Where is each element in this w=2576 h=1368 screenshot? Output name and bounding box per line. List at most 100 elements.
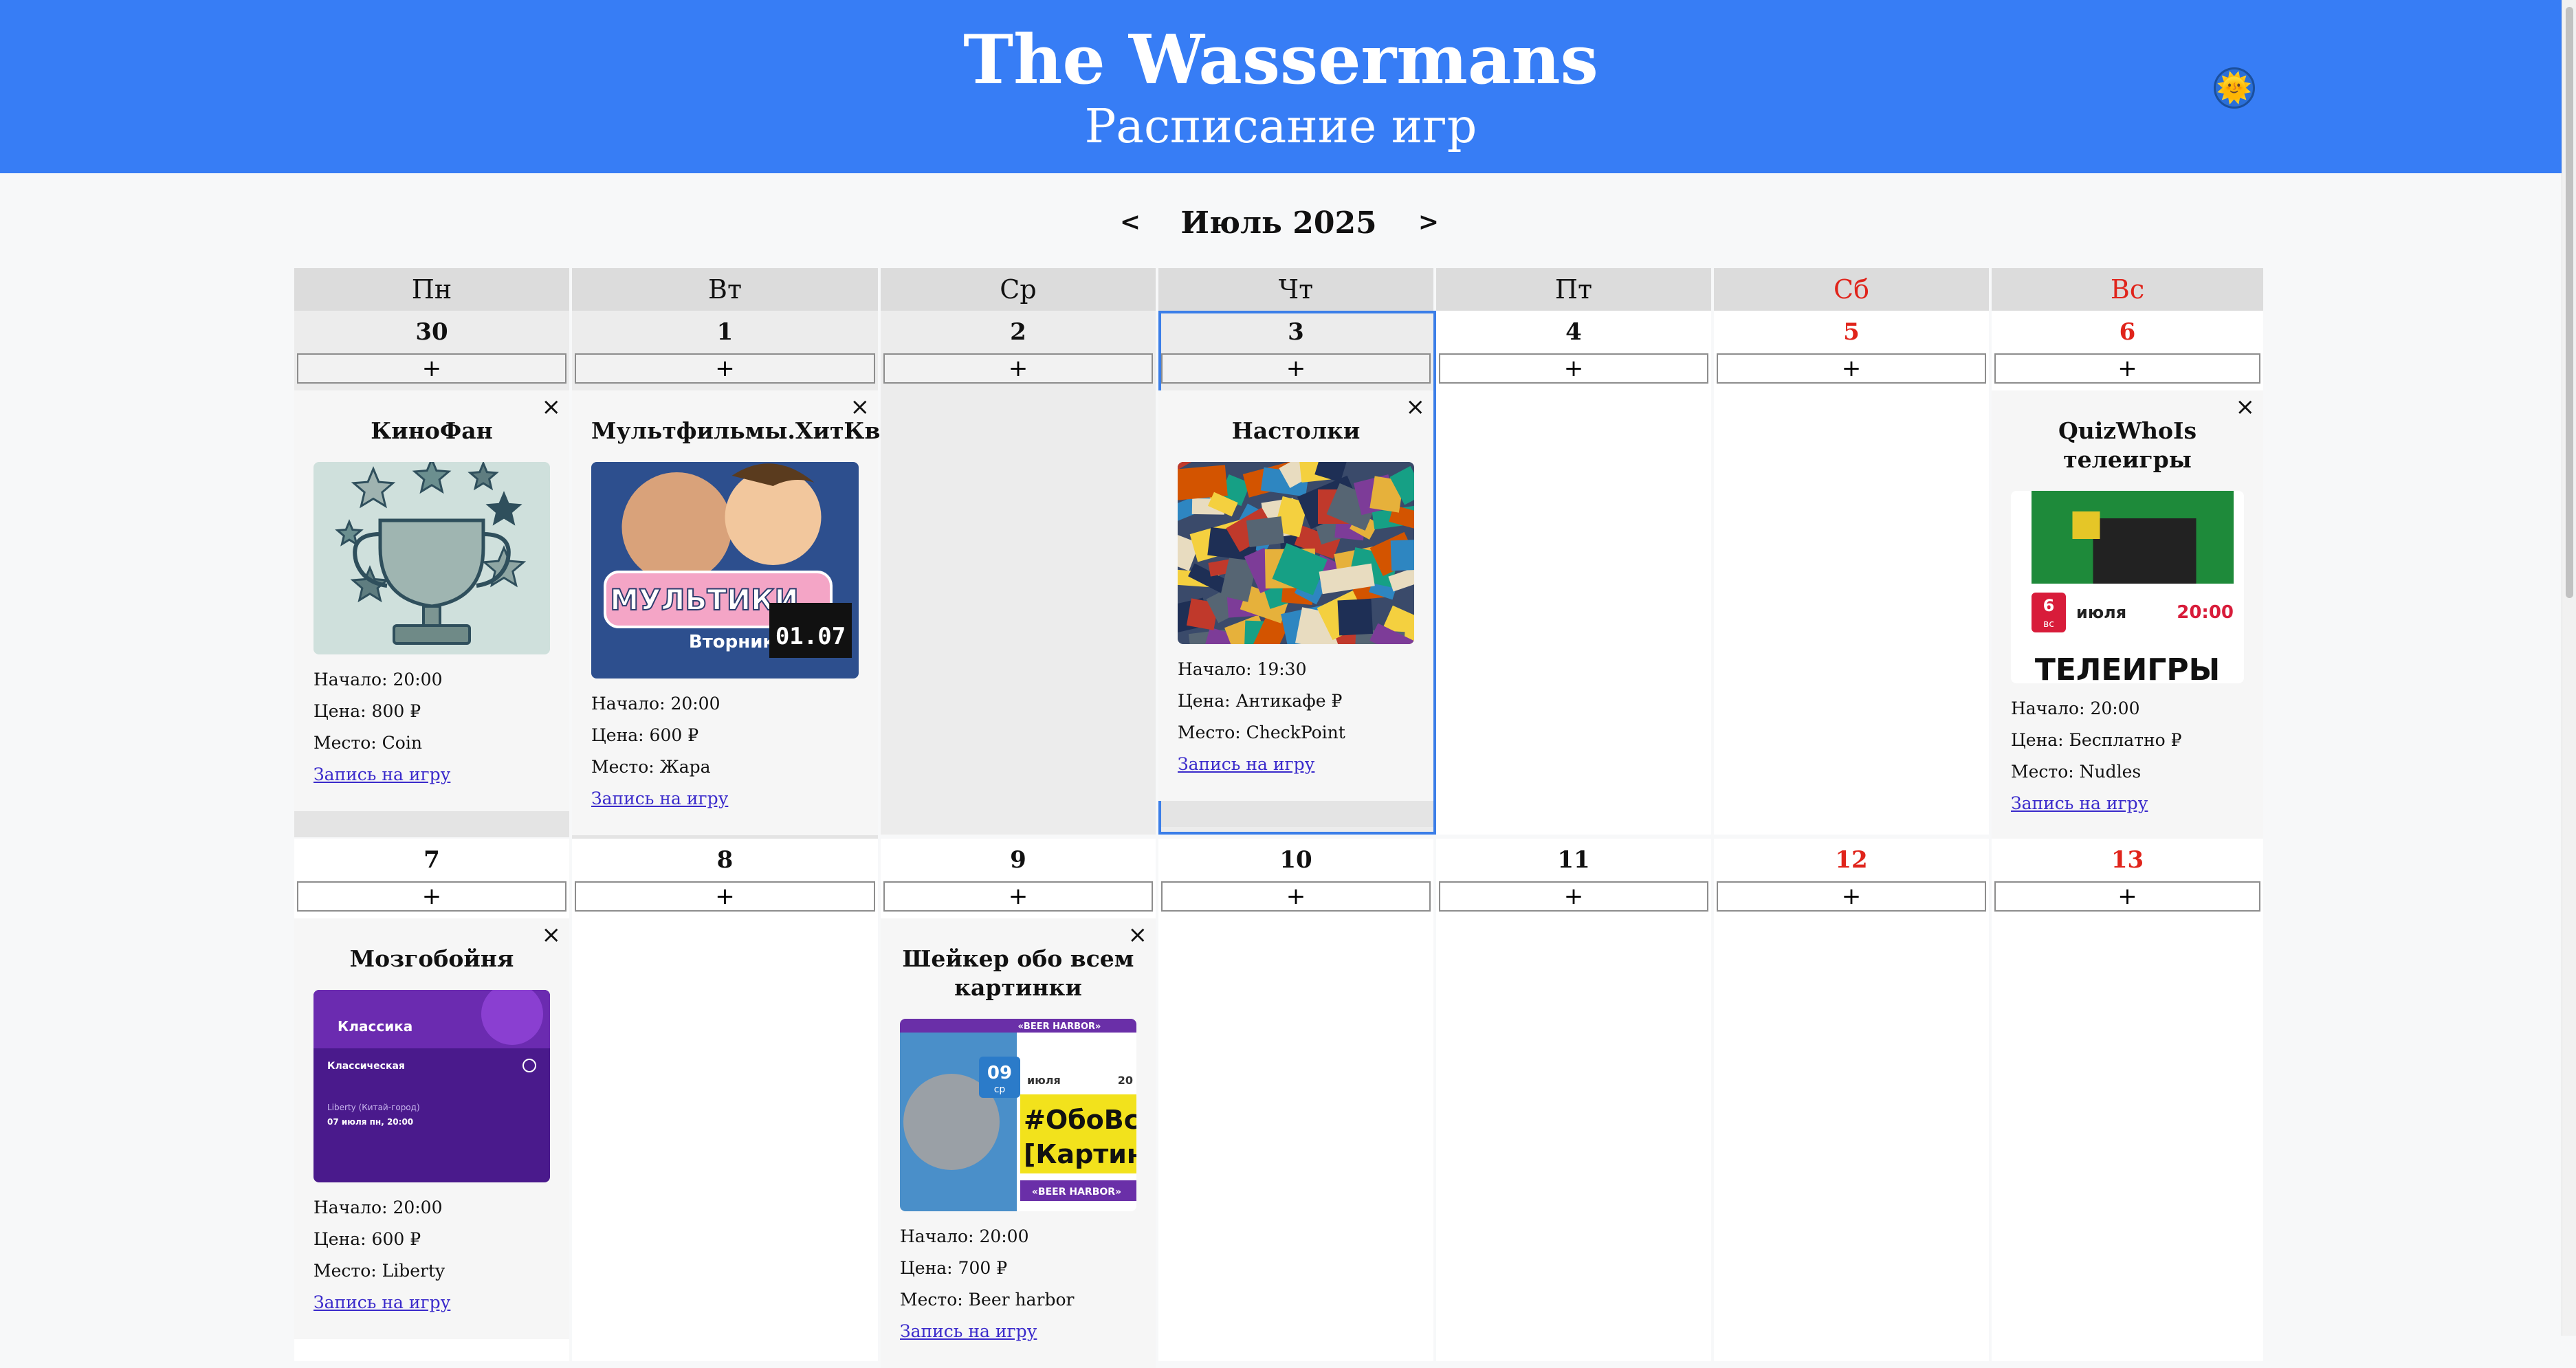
calendar-day: 7 + × Мозгобойня Классика Классическая Liberty…	[294, 839, 572, 1361]
game-piece	[1390, 539, 1414, 571]
calendar-day: 2 +	[881, 311, 1158, 835]
scrollbar-thumb[interactable]	[2566, 7, 2573, 598]
add-game-button[interactable]: +	[883, 353, 1153, 384]
day-number: 3	[1288, 318, 1304, 346]
event-image	[1178, 462, 1414, 644]
signup-link[interactable]: Запись на игру	[591, 788, 728, 808]
weekday-label: Пт	[1436, 268, 1714, 311]
event-image-container: Классика Классическая Liberty (Китай-город…	[313, 990, 550, 1182]
day-number: 10	[1279, 846, 1312, 874]
day-number: 7	[423, 846, 440, 874]
image-day-text: 09	[987, 1063, 1012, 1083]
theme-toggle-button[interactable]: 🌞	[2214, 67, 2255, 109]
month-nav: < Июль 2025 >	[0, 199, 2562, 247]
remove-event-button[interactable]: ×	[2236, 392, 2256, 422]
card-footer	[294, 811, 569, 837]
day-number: 30	[415, 318, 448, 346]
day-number: 9	[1010, 846, 1026, 874]
event-title: Мультфильмы.ХитКвиз	[591, 417, 912, 444]
signup-link[interactable]: Запись на игру	[900, 1321, 1037, 1341]
weekday-header: Пн Вт Ср Чт Пт Сб Вс	[294, 268, 2266, 311]
signup-link[interactable]: Запись на игру	[313, 764, 450, 784]
image-title-text: [Картинк	[1024, 1139, 1136, 1169]
add-game-button[interactable]: +	[1717, 353, 1986, 384]
add-game-button[interactable]: +	[297, 353, 566, 384]
image-day-text: Вторник	[689, 632, 775, 652]
calendar-day: 4 +	[1436, 311, 1714, 835]
signup-link[interactable]: Запись на игру	[313, 1292, 450, 1312]
event-place: Место: Liberty	[313, 1261, 445, 1281]
remove-event-button[interactable]: ×	[542, 920, 562, 950]
event-price: Цена: 700 ₽	[900, 1258, 1008, 1278]
image-place-text: Liberty (Китай-город)	[327, 1103, 420, 1112]
remove-event-button[interactable]: ×	[1406, 392, 1426, 422]
add-game-button[interactable]: +	[575, 881, 875, 912]
remove-event-button[interactable]: ×	[850, 392, 870, 422]
event-card: × Настолки Начало: 19:30 Цена: Антикафе ₽ Ме…	[1158, 390, 1433, 801]
cup-icon	[2072, 511, 2100, 539]
event-title: QuizWhoIs телеигры	[2058, 417, 2197, 473]
trophy-stem	[422, 605, 441, 628]
day-number: 2	[1010, 318, 1026, 346]
calendar-day: 3 + × Настолки Начало: 19:30 Цена: Антикафе ₽…	[1158, 311, 1436, 835]
calendar-week: 30 + × КиноФан Начало: 20:00 Цена: 800 ₽ Место…	[294, 311, 2266, 866]
event-price: Цена: Антикафе ₽	[1178, 691, 1343, 711]
weekday-label: Вт	[572, 268, 881, 311]
calendar-day: 5 +	[1714, 311, 1992, 835]
event-start-time: Начало: 20:00	[900, 1226, 1029, 1246]
character-head	[621, 472, 732, 582]
next-month-button[interactable]: >	[1408, 199, 1449, 245]
calendar-day: 30 + × КиноФан Начало: 20:00 Цена: 800 ₽ Место…	[294, 311, 572, 837]
current-month-label: Июль 2025	[1180, 206, 1377, 241]
event-image	[313, 462, 550, 654]
game-piece	[1337, 598, 1374, 636]
page-title: The Wassermans	[963, 21, 1598, 100]
trophy-base	[393, 624, 471, 645]
add-game-button[interactable]: +	[575, 353, 875, 384]
event-image: МУЛЬТИКИВторник 01.07	[591, 462, 859, 679]
calendar-day: 12 +	[1714, 839, 1992, 1361]
add-game-button[interactable]: +	[1161, 353, 1431, 384]
add-game-button[interactable]: +	[1717, 881, 1986, 912]
image-day-text: 6	[2043, 596, 2055, 615]
event-image-container	[1178, 462, 1414, 644]
event-image: Классика Классическая Liberty (Китай-город…	[313, 990, 550, 1182]
calendar-week: 7 + × Мозгобойня Классика Классическая Liberty…	[294, 839, 2266, 1368]
add-game-button[interactable]: +	[883, 881, 1153, 912]
event-start-time: Начало: 20:00	[2011, 698, 2140, 718]
image-time-text: 20:00	[2177, 602, 2234, 623]
weekday-label: Пн	[294, 268, 572, 311]
event-place: Место: Nudles	[2011, 762, 2142, 782]
person-body	[2093, 518, 2197, 584]
add-game-button[interactable]: +	[1439, 353, 1708, 384]
card-footer	[1158, 801, 1433, 827]
image-date-text: 07 июля пн, 20:00	[327, 1117, 413, 1127]
event-place: Место: Coin	[313, 733, 422, 753]
remove-event-button[interactable]: ×	[1128, 920, 1148, 950]
add-game-button[interactable]: +	[1439, 881, 1708, 912]
calendar-day: 9 + × Шейкер обо всем картинки «BEER HARBOR»…	[881, 839, 1158, 1368]
event-image-container	[313, 462, 550, 654]
scrollbar[interactable]	[2562, 0, 2576, 1336]
image-bottom-text: «BEER HARBOR»	[1032, 1187, 1121, 1198]
add-game-button[interactable]: +	[297, 881, 566, 912]
add-game-button[interactable]: +	[1994, 881, 2260, 912]
add-game-button[interactable]: +	[1994, 353, 2260, 384]
signup-link[interactable]: Запись на игру	[2011, 793, 2148, 813]
event-place: Место: Beer harbor	[900, 1290, 1075, 1310]
event-start-time: Начало: 19:30	[1178, 659, 1307, 679]
remove-event-button[interactable]: ×	[542, 392, 562, 422]
day-number: 13	[2111, 846, 2144, 874]
day-number: 4	[1565, 318, 1582, 346]
add-game-button[interactable]: +	[1161, 881, 1431, 912]
event-card: × QuizWhoIs телеигры 6 вс июля 20:00 ТЕЛЕИГРЫ Н…	[1992, 390, 2263, 840]
event-start-time: Начало: 20:00	[313, 1198, 443, 1217]
weekday-label: Ср	[881, 268, 1158, 311]
signup-link[interactable]: Запись на игру	[1178, 754, 1314, 774]
event-image: 6 вс июля 20:00 ТЕЛЕИГРЫ	[2011, 491, 2244, 683]
day-number: 8	[716, 846, 734, 874]
event-start-time: Начало: 20:00	[313, 670, 443, 689]
image-dow-text: ср	[994, 1084, 1006, 1095]
calendar-day: 1 + × Мультфильмы.ХитКвиз МУЛЬТИКИ Вторник 01.…	[572, 311, 912, 861]
event-place: Место: Жара	[591, 757, 711, 777]
